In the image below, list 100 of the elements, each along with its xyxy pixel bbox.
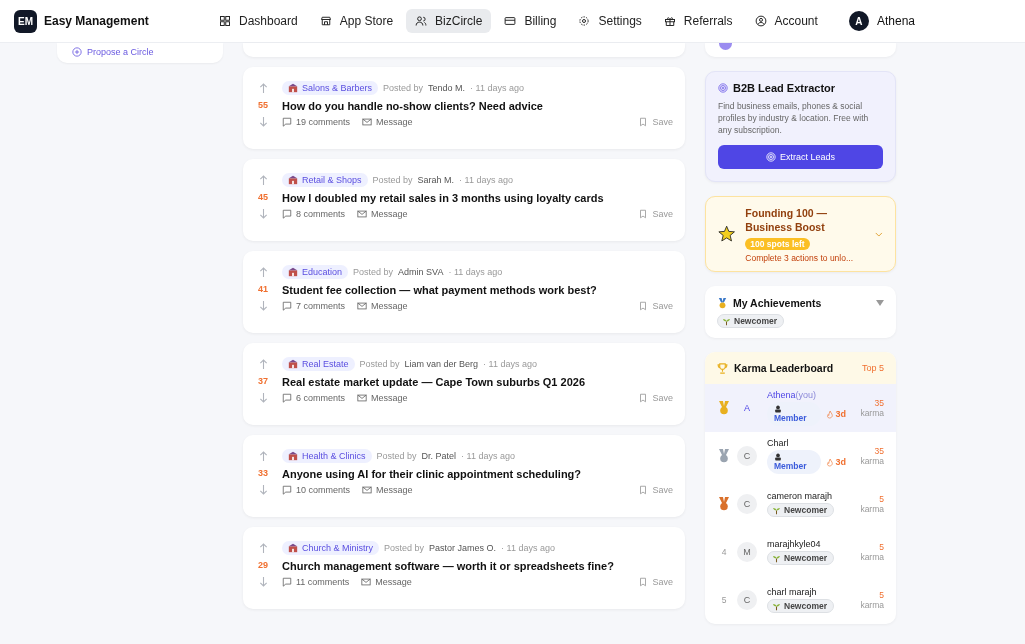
- vote-count: 29: [258, 560, 268, 570]
- nav-tab[interactable]: Account: [745, 9, 827, 33]
- nav-tab[interactable]: Referrals: [654, 9, 742, 33]
- category-tag[interactable]: Real Estate: [282, 357, 355, 371]
- vote-count: 37: [258, 376, 268, 386]
- post-title[interactable]: How I doubled my retail sales in 3 months using loyalty cards: [282, 192, 673, 204]
- author-name[interactable]: Sarah M.: [417, 175, 455, 185]
- comments-link[interactable]: 11 comments: [282, 577, 350, 587]
- user-name[interactable]: cameron marajh: [767, 491, 833, 502]
- nav-tab[interactable]: Settings: [569, 9, 651, 33]
- posted-by-label: Posted by: [372, 175, 413, 185]
- comments-link[interactable]: 10 comments: [282, 485, 351, 495]
- medal-icon: [717, 297, 728, 309]
- upvote-icon[interactable]: [258, 83, 268, 94]
- author-name[interactable]: Admin SVA: [398, 267, 444, 277]
- user-avatar: M: [737, 542, 757, 563]
- upvote-icon[interactable]: [258, 175, 268, 186]
- downvote-icon[interactable]: [258, 392, 268, 403]
- post-title[interactable]: Real estate market update — Cape Town suburbs Q1 2026: [282, 376, 673, 388]
- karma-count: 35: [874, 446, 884, 457]
- sprout-icon: [772, 601, 781, 611]
- user-name[interactable]: Charl: [767, 438, 789, 449]
- nav-tab[interactable]: BizCircle: [406, 9, 492, 33]
- card-icon: [504, 15, 517, 27]
- message-link[interactable]: Message: [357, 209, 408, 219]
- envelope-icon: [362, 117, 373, 127]
- comment-icon: [282, 393, 292, 403]
- comments-link[interactable]: 8 comments: [282, 209, 346, 219]
- people-icon: [415, 15, 428, 27]
- upvote-icon[interactable]: [258, 359, 268, 370]
- streak-count: 3d: [825, 457, 847, 468]
- propose-circle-link[interactable]: Propose a Circle: [72, 47, 154, 57]
- nav-tab[interactable]: App Store: [310, 9, 403, 33]
- comment-icon: [282, 209, 292, 219]
- post-time: · 11 days ago: [483, 359, 537, 369]
- envelope-icon: [357, 393, 368, 403]
- author-name[interactable]: Tendo M.: [428, 83, 466, 93]
- user-name[interactable]: Athena(you): [767, 390, 817, 401]
- category-tag[interactable]: Retail & Shops: [282, 173, 368, 187]
- karma-label: karma: [860, 408, 884, 419]
- user-avatar[interactable]: A: [848, 11, 869, 31]
- post-title[interactable]: Student fee collection — what payment methods work best?: [282, 284, 673, 296]
- achievement-badge: Newcomer: [717, 314, 784, 329]
- downvote-icon[interactable]: [258, 484, 268, 495]
- comments-link[interactable]: 19 comments: [282, 117, 351, 127]
- user-name[interactable]: charl marajh: [767, 587, 817, 598]
- message-link[interactable]: Message: [357, 301, 408, 311]
- posted-by-label: Posted by: [384, 543, 425, 553]
- posted-by-label: Posted by: [383, 83, 424, 93]
- category-tag[interactable]: Education: [282, 265, 349, 279]
- upvote-icon[interactable]: [258, 543, 268, 554]
- founding-title: Founding 100 — Business Boost: [745, 205, 828, 236]
- category-tag[interactable]: Health & Clinics: [282, 449, 372, 463]
- leaderboard-row[interactable]: C cameron marajh Newcomer 5 karma: [705, 480, 896, 529]
- user-name[interactable]: marajhkyle04: [767, 539, 821, 550]
- message-link[interactable]: Message: [357, 393, 408, 403]
- app-logo[interactable]: EM: [14, 9, 37, 33]
- karma-label: karma: [860, 456, 884, 467]
- leaderboard-row[interactable]: 4 M marajhkyle04 Newcomer 5 karma: [705, 528, 896, 577]
- upvote-icon[interactable]: [258, 451, 268, 462]
- vote-count: 33: [258, 468, 268, 478]
- leaderboard-row[interactable]: 5 C charl marajh Newcomer 5 karma: [705, 576, 896, 625]
- post-title[interactable]: Anyone using AI for their clinic appointment scheduling?: [282, 468, 673, 480]
- message-link[interactable]: Message: [362, 485, 413, 495]
- nav-tab[interactable]: Dashboard: [210, 9, 307, 33]
- rank-number: 5: [721, 595, 727, 606]
- member-badge: Member: [767, 450, 821, 475]
- leaderboard-row[interactable]: A Athena(you) Member 3d 35 karma: [705, 384, 896, 433]
- post-title[interactable]: How do you handle no-show clients? Need advice: [282, 100, 673, 112]
- author-name[interactable]: Pastor James O.: [429, 543, 497, 553]
- downvote-icon[interactable]: [258, 576, 268, 587]
- grid-icon: [219, 15, 231, 27]
- category-tag[interactable]: Church & Ministry: [282, 541, 379, 555]
- category-tag[interactable]: Salons & Barbers: [282, 81, 379, 95]
- vote-count: 55: [258, 100, 268, 110]
- settings-icon: [578, 15, 591, 27]
- collapse-icon[interactable]: [876, 300, 884, 307]
- leaderboard-row[interactable]: C Charl Member 3d 35 karma: [705, 432, 896, 481]
- message-link[interactable]: Message: [361, 577, 412, 587]
- sprout-icon: [722, 316, 731, 326]
- downvote-icon[interactable]: [258, 208, 268, 219]
- card-description: Find business emails, phones & social profiles by industry & location. Free with any subscription.: [718, 101, 870, 137]
- post-time: · 11 days ago: [470, 83, 524, 93]
- extract-leads-button[interactable]: Extract Leads: [718, 144, 883, 169]
- post-time: · 11 days ago: [448, 267, 503, 277]
- downvote-icon[interactable]: [258, 300, 268, 311]
- comments-link[interactable]: 6 comments: [282, 393, 346, 403]
- message-link[interactable]: Message: [362, 117, 413, 127]
- comments-link[interactable]: 7 comments: [282, 301, 346, 311]
- envelope-icon: [357, 301, 368, 311]
- vote-count: 41: [258, 284, 268, 294]
- founding-card[interactable]: Founding 100 — Business Boost 100 spots left Complete 3 actions to unlo...: [705, 195, 896, 273]
- author-name[interactable]: Dr. Patel: [421, 451, 457, 461]
- author-name[interactable]: Liam van der Berg: [404, 359, 479, 369]
- leaderboard-scope: Top 5: [861, 363, 884, 374]
- nav-tab[interactable]: Billing: [495, 9, 566, 33]
- downvote-icon[interactable]: [258, 116, 268, 127]
- post-title[interactable]: Church management software — worth it or spreadsheets fine?: [282, 560, 673, 572]
- chevron-icon[interactable]: [875, 231, 883, 237]
- upvote-icon[interactable]: [258, 267, 268, 278]
